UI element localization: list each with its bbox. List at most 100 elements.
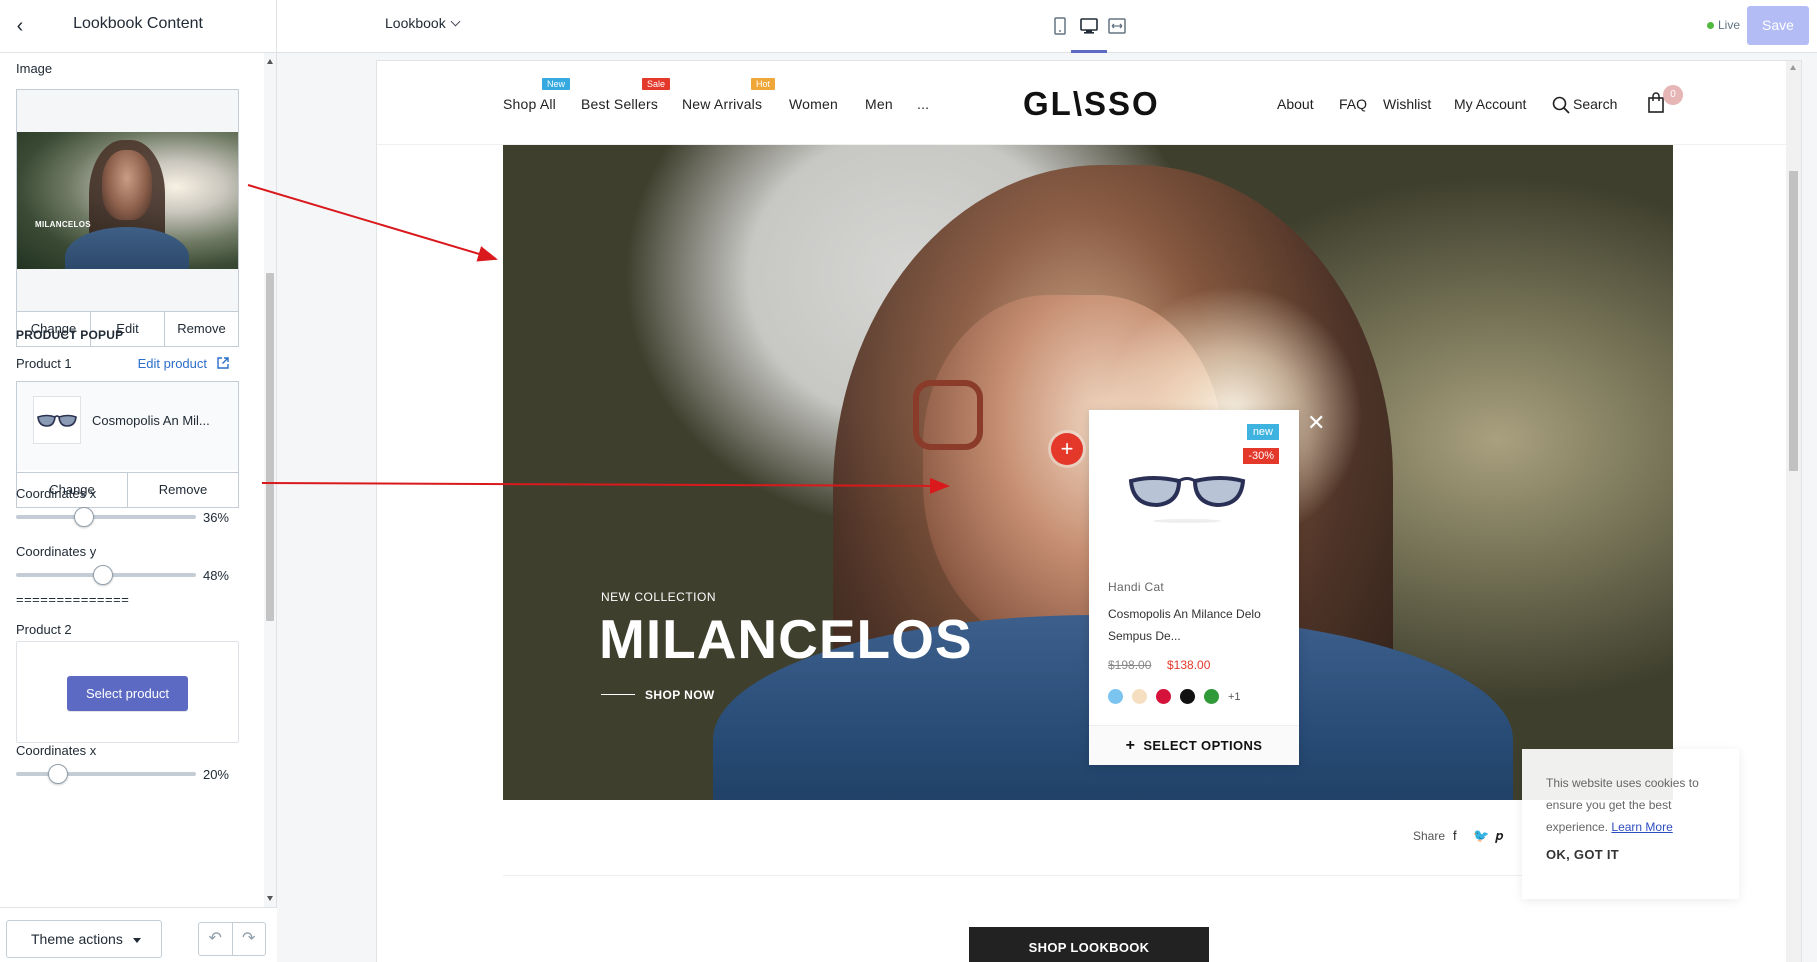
status-dot xyxy=(1707,22,1714,29)
coord-y-value: 48% xyxy=(202,568,229,583)
hero-tagline: NEW COLLECTION xyxy=(601,590,717,604)
nav-women[interactable]: Women xyxy=(789,96,838,112)
select-product-button[interactable]: Select product xyxy=(67,676,188,711)
cookie-message: This website uses cookies to ensure you … xyxy=(1546,772,1726,838)
coord-x-label: Coordinates x xyxy=(16,486,97,501)
product-vendor[interactable]: Handi Cat xyxy=(1108,580,1164,594)
select-options-label: SELECT OPTIONS xyxy=(1143,738,1263,753)
product1-thumbnail xyxy=(33,396,81,444)
swatch-black[interactable] xyxy=(1180,689,1195,704)
lookbook-hero-image: NEW COLLECTION MILANCELOS SHOP NOW + ✕ n… xyxy=(503,145,1673,800)
product-image[interactable] xyxy=(1127,465,1247,525)
nav-best-sellers[interactable]: Best Sellers xyxy=(581,96,658,112)
glasses-icon xyxy=(37,414,77,427)
editor-topbar: Lookbook Live Save xyxy=(277,0,1817,53)
product1-card: Cosmopolis An Mil... xyxy=(17,382,238,470)
live-status: Live xyxy=(1707,18,1740,32)
theme-actions-dropdown[interactable]: Theme actions xyxy=(6,920,162,958)
image-thumbnail: MILANCELOS xyxy=(17,132,238,269)
search-icon[interactable] xyxy=(1552,96,1570,114)
nav-badge-hot: Hot xyxy=(751,78,776,90)
shop-lookbook-button[interactable]: SHOP LOOKBOOK xyxy=(969,927,1209,962)
sidebar-header: ‹ Lookbook Content xyxy=(0,0,276,53)
nav-shop-all[interactable]: Shop All xyxy=(503,96,556,112)
select-options-button[interactable]: + SELECT OPTIONS xyxy=(1089,725,1299,765)
redo-icon[interactable]: ↷ xyxy=(233,923,266,955)
desktop-view-button[interactable] xyxy=(1071,13,1107,53)
cookie-banner: This website uses cookies to ensure you … xyxy=(1522,749,1739,899)
image-label: Image xyxy=(16,61,53,76)
nav-badge-sale: Sale xyxy=(642,78,671,90)
undo-icon[interactable]: ↶ xyxy=(199,923,233,955)
nav-my-account[interactable]: My Account xyxy=(1454,96,1526,112)
undo-redo-group: ↶ ↷ xyxy=(198,922,266,956)
chevron-down-icon xyxy=(450,16,461,27)
sidebar-title: Lookbook Content xyxy=(73,15,203,32)
learn-more-link[interactable]: Learn More xyxy=(1611,820,1672,834)
hero-title: MILANCELOS xyxy=(599,608,973,670)
store-preview[interactable]: Shop All New Best Sellers Sale New Arriv… xyxy=(377,61,1801,962)
product-name[interactable]: Cosmopolis An Milance Delo Sempus De... xyxy=(1108,603,1278,647)
coord-x2-value: 20% xyxy=(202,767,229,782)
nav-badge-new: New xyxy=(542,78,571,90)
nav-faq[interactable]: FAQ xyxy=(1339,96,1367,112)
nav-new-arrivals[interactable]: New Arrivals xyxy=(682,96,762,112)
desktop-view-icon xyxy=(1080,18,1098,34)
external-link-icon[interactable] xyxy=(217,357,229,369)
shop-now-link[interactable]: SHOP NOW xyxy=(601,688,715,702)
image-picker: MILANCELOS Change Edit Remove xyxy=(16,89,239,347)
cookie-accept-button[interactable]: OK, GOT IT xyxy=(1546,847,1619,862)
twitter-icon[interactable]: 🐦 xyxy=(1473,828,1489,844)
save-button[interactable]: Save xyxy=(1747,6,1809,45)
fullscreen-view-icon[interactable] xyxy=(1104,13,1130,39)
coord-x2-slider[interactable] xyxy=(16,764,196,784)
preview-scrollbar[interactable] xyxy=(1786,61,1801,962)
store-header: Shop All New Best Sellers Sale New Arriv… xyxy=(377,61,1786,145)
swatch-green[interactable] xyxy=(1204,689,1219,704)
theme-editor-sidebar: ‹ Lookbook Content Image MILANCELOS Chan… xyxy=(0,0,277,962)
sidebar-scrollbar[interactable] xyxy=(264,53,276,907)
product-popup-heading: PRODUCT POPUP xyxy=(16,328,124,342)
swatch-light-blue[interactable] xyxy=(1108,689,1123,704)
color-swatches: +1 xyxy=(1108,689,1241,704)
nav-wishlist[interactable]: Wishlist xyxy=(1383,96,1431,112)
pinterest-icon[interactable]: 𝒑 xyxy=(1495,828,1503,844)
product-hotspot-plus-icon[interactable]: + xyxy=(1051,433,1083,465)
cart-count-badge: 0 xyxy=(1663,85,1683,105)
discount-badge: -30% xyxy=(1243,448,1279,464)
page-selector[interactable]: Lookbook xyxy=(385,15,461,31)
nav-search[interactable]: Search xyxy=(1573,96,1617,112)
more-swatches[interactable]: +1 xyxy=(1228,691,1241,703)
mobile-view-icon[interactable] xyxy=(1047,13,1073,39)
close-icon[interactable]: ✕ xyxy=(1307,410,1325,436)
coord-y-slider-handle[interactable] xyxy=(92,565,113,585)
product1-label: Product 1 xyxy=(16,356,72,371)
caret-down-icon xyxy=(133,938,141,943)
coord-y-slider[interactable] xyxy=(16,565,196,585)
image-remove-button[interactable]: Remove xyxy=(165,312,238,346)
page-selector-label: Lookbook xyxy=(385,15,446,31)
edit-product-link[interactable]: Edit product xyxy=(138,356,207,371)
product-popup: ✕ new -30% Handi Cat Cosmopolis An Milan… xyxy=(1089,410,1325,765)
coord-x-slider-handle[interactable] xyxy=(73,507,94,527)
facebook-icon[interactable]: f xyxy=(1453,828,1457,843)
swatch-beige[interactable] xyxy=(1132,689,1147,704)
sidebar-footer: Theme actions ↶ ↷ xyxy=(0,907,277,962)
nav-men[interactable]: Men xyxy=(865,96,893,112)
theme-actions-label: Theme actions xyxy=(31,931,123,947)
product1-remove-button[interactable]: Remove xyxy=(128,473,238,507)
swatch-red[interactable] xyxy=(1156,689,1171,704)
separator-text: ============== xyxy=(16,592,130,607)
product2-label: Product 2 xyxy=(16,622,72,637)
coord-x2-label: Coordinates x xyxy=(16,743,97,758)
store-logo[interactable]: GL\SSO xyxy=(1023,85,1160,123)
nav-about[interactable]: About xyxy=(1277,96,1314,112)
nav-more[interactable]: ... xyxy=(917,96,929,112)
product1-name: Cosmopolis An Mil... xyxy=(92,413,210,428)
coord-x-slider[interactable] xyxy=(16,507,196,527)
coord-x2-slider-handle[interactable] xyxy=(48,764,68,784)
product2-picker: Select product xyxy=(16,641,239,743)
product-compare-price: $198.00 xyxy=(1108,658,1152,672)
sidebar-content[interactable]: Image MILANCELOS Change Edit Remove PROD… xyxy=(0,53,265,907)
live-label: Live xyxy=(1718,18,1741,32)
